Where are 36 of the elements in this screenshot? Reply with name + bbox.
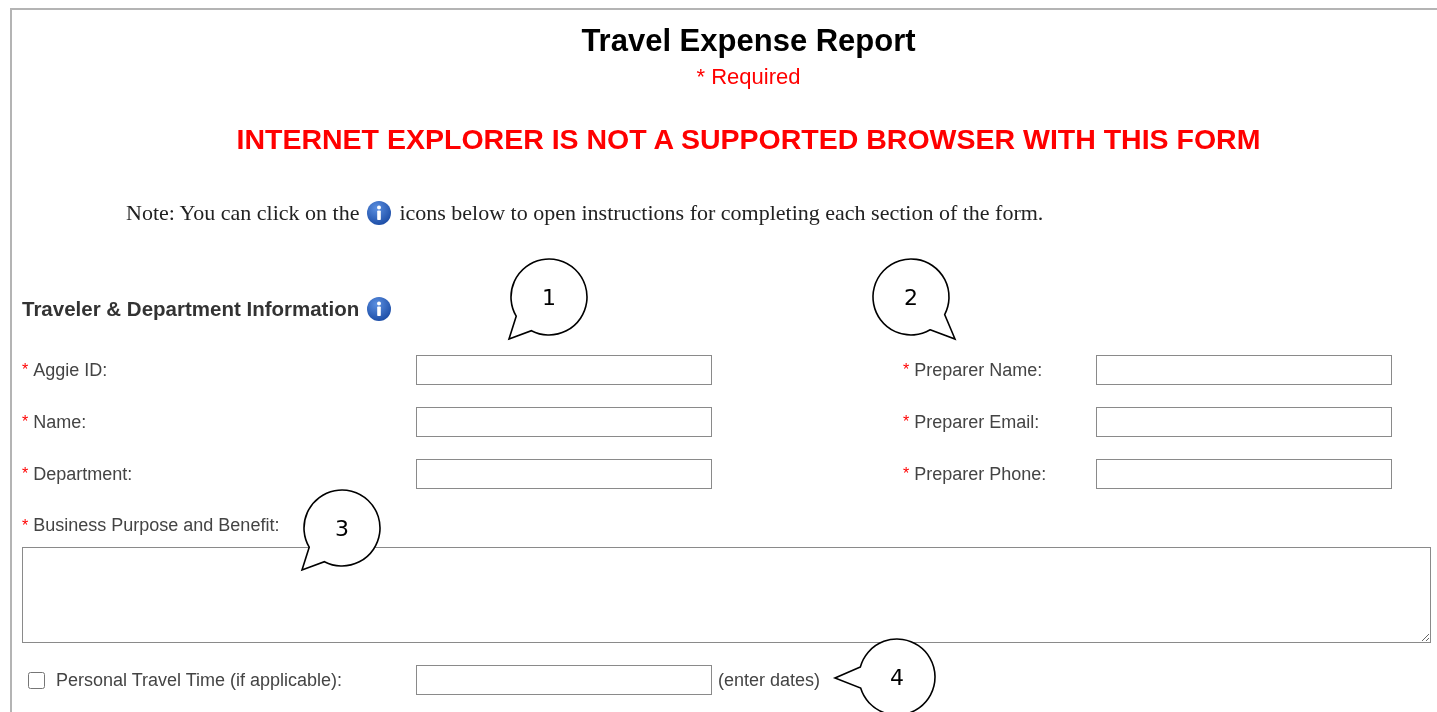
dates-field[interactable] xyxy=(416,665,712,695)
text-field[interactable] xyxy=(416,407,712,437)
field-label-text: Name: xyxy=(33,411,87,433)
required-mark: * xyxy=(903,465,910,483)
required-mark: * xyxy=(903,361,910,379)
field-hint: (enter dates) xyxy=(718,669,821,691)
section-heading: Traveler & Department Information xyxy=(22,297,360,321)
required-note: * Required xyxy=(696,65,801,89)
field-label-text: Preparer Email: xyxy=(914,411,1040,433)
field-label-text: Preparer Phone: xyxy=(914,463,1047,485)
note-text: icons below to open instructions for completing each section of the form. xyxy=(399,201,1044,225)
callout-bubble: 2 xyxy=(869,255,959,343)
field-label-text: Preparer Name: xyxy=(914,359,1043,381)
info-icon[interactable] xyxy=(367,297,392,321)
required-mark: * xyxy=(22,516,29,535)
browser-warning: INTERNET EXPLORER IS NOT A SUPPORTED BROWSER WITH THIS FORM xyxy=(236,123,1261,155)
callout-bubble: 3 xyxy=(298,486,384,574)
field-label-text: Aggie ID: xyxy=(33,359,108,381)
field-label-text: Department: xyxy=(33,463,133,485)
field-label-text: Business Purpose and Benefit: xyxy=(33,515,280,536)
required-mark: * xyxy=(903,413,910,431)
info-icon[interactable] xyxy=(367,201,392,225)
text-field[interactable] xyxy=(1096,407,1392,437)
text-field[interactable] xyxy=(1096,355,1392,385)
callout-bubble: 4 xyxy=(831,635,939,712)
checkbox[interactable] xyxy=(28,671,45,689)
required-mark: * xyxy=(22,413,29,431)
text-field[interactable] xyxy=(416,459,712,489)
note-text: Note: You can click on the xyxy=(126,201,360,225)
required-mark: * xyxy=(22,361,29,379)
text-field[interactable] xyxy=(416,355,712,385)
required-mark: * xyxy=(22,465,29,483)
text-field[interactable] xyxy=(1096,459,1392,489)
callout-bubble: 1 xyxy=(505,255,591,343)
checkbox-label: Personal Travel Time (if applicable): xyxy=(56,669,344,691)
form-title: Travel Expense Report xyxy=(581,24,916,58)
